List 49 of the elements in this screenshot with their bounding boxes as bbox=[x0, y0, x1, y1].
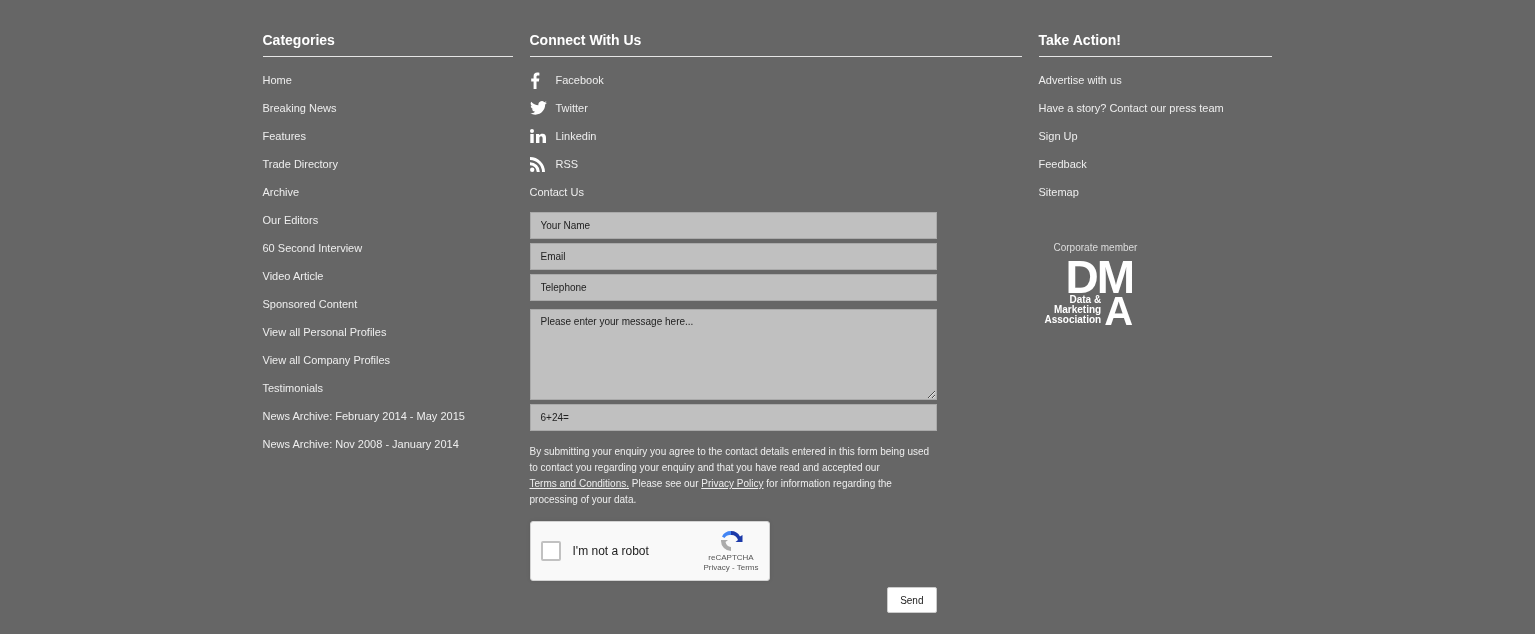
facebook-icon bbox=[529, 71, 540, 89]
footer-link[interactable]: Sitemap bbox=[1038, 178, 1079, 206]
checkbox-label: I'm not a robot bbox=[572, 544, 650, 558]
policy-link[interactable]: Terms and Conditions. bbox=[529, 478, 629, 489]
footer-link[interactable]: Trade Directory bbox=[262, 150, 338, 178]
column-heading: Take Action! bbox=[1038, 32, 1121, 48]
logo-letters: DM bbox=[1065, 259, 1134, 295]
social-link[interactable]: Linkedin bbox=[555, 130, 597, 142]
footer-link[interactable]: Home bbox=[262, 66, 292, 94]
rss-icon bbox=[529, 156, 545, 172]
input-field[interactable]: Email bbox=[529, 243, 937, 270]
footer-link[interactable]: Feedback bbox=[1038, 150, 1087, 178]
footer-link[interactable]: Testimonials bbox=[262, 374, 324, 402]
footer-link[interactable]: News Archive: Nov 2008 - January 2014 bbox=[262, 430, 459, 458]
linkedin-icon bbox=[529, 129, 548, 143]
send-button[interactable]: Send bbox=[887, 587, 937, 613]
column-heading: Categories bbox=[262, 32, 335, 48]
footer-link[interactable]: 60 Second Interview bbox=[262, 234, 363, 262]
input-field[interactable]: 6+24= bbox=[529, 404, 937, 431]
footer-link[interactable]: Sponsored Content bbox=[262, 290, 358, 318]
footer-link[interactable]: Breaking News bbox=[262, 94, 337, 122]
message-field[interactable]: Please enter your message here... bbox=[529, 309, 937, 400]
input-field[interactable]: Telephone bbox=[529, 274, 937, 301]
footer-link[interactable]: Our Editors bbox=[262, 206, 319, 234]
footer-link[interactable]: Features bbox=[262, 122, 306, 150]
footer-link[interactable]: Sign Up bbox=[1038, 122, 1078, 150]
logo-caption: Data & Marketing Association bbox=[1044, 295, 1102, 327]
bird-icon bbox=[529, 101, 547, 115]
privacy-terms-link[interactable]: Privacy - Terms bbox=[703, 563, 759, 572]
footer-link[interactable]: Video Article bbox=[262, 262, 324, 290]
footer-link[interactable]: News Archive: February 2014 - May 2015 bbox=[262, 402, 465, 430]
policy-link[interactable]: Privacy Policy bbox=[701, 478, 764, 489]
footer-link[interactable]: Have a story? Contact our press team bbox=[1038, 94, 1224, 122]
social-link[interactable]: Twitter bbox=[555, 102, 588, 114]
social-link[interactable]: RSS bbox=[555, 158, 579, 170]
footer-link[interactable]: View all Personal Profiles bbox=[262, 318, 387, 346]
logo-letter: A bbox=[1104, 295, 1134, 327]
recaptcha-icon bbox=[719, 530, 743, 552]
input-field[interactable]: Your Name bbox=[529, 212, 937, 239]
footer-link[interactable]: Advertise with us bbox=[1038, 66, 1122, 94]
social-link[interactable]: Facebook bbox=[555, 74, 604, 86]
recaptcha-brand: reCAPTCHA bbox=[708, 553, 754, 562]
checkbox[interactable] bbox=[540, 541, 561, 561]
consent-text: By submitting your enquiry you agree to the contact details entered in this form being used to contact you regarding your enquiry and that you have read and accepted our Terms and Conditions. Please see our Privacy Policy for information regarding the processing of your data. bbox=[529, 445, 931, 507]
footer-link[interactable]: View all Company Profiles bbox=[262, 346, 391, 374]
contact-heading: Contact Us bbox=[529, 185, 584, 200]
membership-caption: Corporate member bbox=[1053, 242, 1138, 253]
column-heading: Connect With Us bbox=[529, 32, 642, 48]
footer-link[interactable]: Archive bbox=[262, 178, 300, 206]
